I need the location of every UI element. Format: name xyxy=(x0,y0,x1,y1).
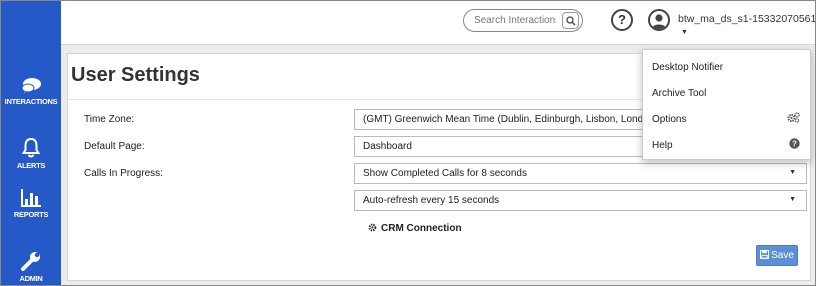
crm-connection-label: CRM Connection xyxy=(381,223,462,234)
top-bar: ? btw_ma_ds_s1-15332070561... ▼ xyxy=(61,1,815,45)
time-zone-label: Time Zone: xyxy=(84,114,135,125)
chat-bubbles-icon xyxy=(21,78,41,93)
sidebar-item-reports[interactable]: REPORTS xyxy=(1,188,61,219)
sidebar-item-label: INTERACTIONS xyxy=(4,97,58,106)
auto-refresh-select[interactable]: Auto-refresh every 15 seconds ▼ xyxy=(354,190,807,211)
crm-connection-link[interactable]: CRM Connection xyxy=(368,223,462,234)
default-page-value: Dashboard xyxy=(363,141,412,152)
sidebar-item-admin[interactable]: ADMIN xyxy=(1,250,61,283)
avatar[interactable] xyxy=(648,9,670,31)
time-zone-value: (GMT) Greenwich Mean Time (Dublin, Edinb… xyxy=(363,114,658,125)
save-button[interactable]: Save xyxy=(756,245,798,266)
completed-calls-value: Show Completed Calls for 8 seconds xyxy=(363,168,527,179)
search-button[interactable] xyxy=(562,12,579,29)
search-box xyxy=(463,9,583,32)
menu-item-help[interactable]: Help ? xyxy=(652,138,802,151)
search-icon xyxy=(566,16,576,26)
sidebar-item-label: ALERTS xyxy=(16,161,46,170)
menu-item-options[interactable]: Options xyxy=(652,112,802,125)
user-menu: Desktop Notifier Archive Tool Options He… xyxy=(642,49,811,160)
bar-chart-icon xyxy=(21,189,41,207)
chevron-down-icon[interactable]: ▼ xyxy=(681,29,688,36)
menu-item-label: Archive Tool xyxy=(652,88,707,99)
menu-item-label: Help xyxy=(652,140,673,151)
svg-text:?: ? xyxy=(792,139,797,148)
question-circle-icon: ? xyxy=(789,138,800,149)
wrench-icon xyxy=(21,252,40,271)
username[interactable]: btw_ma_ds_s1-15332070561... xyxy=(678,13,815,25)
sidebar-item-label: ADMIN xyxy=(19,274,43,283)
bell-icon xyxy=(22,137,40,158)
menu-item-label: Desktop Notifier xyxy=(652,62,724,73)
sidebar-item-alerts[interactable]: ALERTS xyxy=(1,137,61,170)
gear-icon xyxy=(368,223,377,232)
search-input[interactable] xyxy=(474,13,556,28)
gears-icon xyxy=(787,112,800,123)
chevron-down-icon: ▼ xyxy=(789,196,796,203)
sidebar: INTERACTIONS ALERTS REPORTS ADMIN xyxy=(1,1,61,285)
save-label: Save xyxy=(771,250,794,261)
menu-item-desktop-notifier[interactable]: Desktop Notifier xyxy=(652,62,802,73)
floppy-disk-icon xyxy=(760,249,770,260)
user-icon xyxy=(652,14,666,29)
page-title: User Settings xyxy=(71,64,200,86)
menu-item-archive-tool[interactable]: Archive Tool xyxy=(652,88,802,99)
help-button[interactable]: ? xyxy=(611,9,633,31)
auto-refresh-value: Auto-refresh every 15 seconds xyxy=(363,195,500,206)
completed-calls-select[interactable]: Show Completed Calls for 8 seconds ▼ xyxy=(354,163,807,184)
app-frame: INTERACTIONS ALERTS REPORTS ADMIN Search… xyxy=(0,0,816,286)
sidebar-item-interactions[interactable]: INTERACTIONS xyxy=(1,77,61,106)
chevron-down-icon: ▼ xyxy=(789,169,796,176)
default-page-label: Default Page: xyxy=(84,141,145,152)
calls-in-progress-label: Calls In Progress: xyxy=(84,168,163,179)
menu-item-label: Options xyxy=(652,114,687,125)
sidebar-item-label: REPORTS xyxy=(13,210,49,219)
